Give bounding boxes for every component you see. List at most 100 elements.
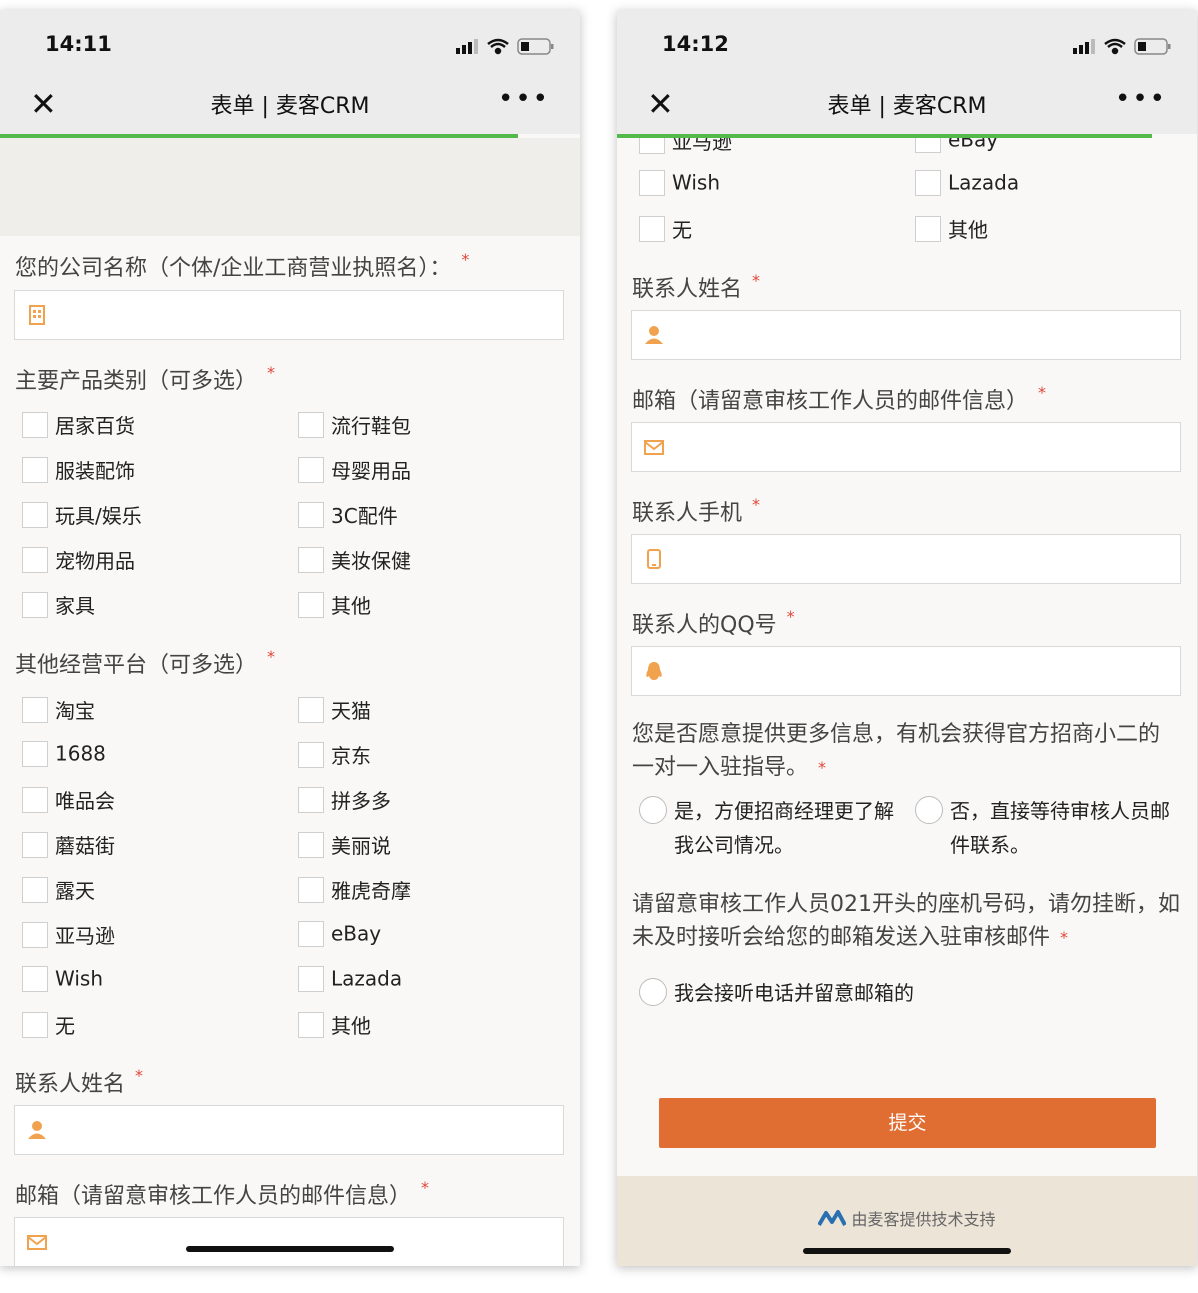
checkbox-platform-15[interactable]: 无 bbox=[22, 1010, 75, 1040]
checkbox-box[interactable] bbox=[298, 831, 324, 858]
checkbox-product-8[interactable]: 美妆保健 bbox=[298, 545, 411, 575]
checkbox-platform-14[interactable]: Lazada bbox=[915, 169, 1019, 199]
checkbox-platform-13[interactable]: Wish bbox=[22, 965, 103, 995]
checkbox-box[interactable] bbox=[639, 169, 665, 196]
contact-name-input[interactable] bbox=[631, 310, 1181, 360]
checkbox-platform-4[interactable]: 京东 bbox=[298, 740, 371, 770]
checkbox-box[interactable] bbox=[298, 501, 324, 528]
submit-button[interactable]: 提交 bbox=[659, 1098, 1156, 1148]
company-name-input[interactable] bbox=[14, 290, 564, 340]
checkbox-box[interactable] bbox=[22, 411, 48, 438]
form-content: 您的公司名称（个体/企业工商营业执照名）： * 主要产品类别（可多选） * 居家百货… bbox=[0, 138, 580, 1266]
checkbox-box[interactable] bbox=[22, 591, 48, 618]
checkbox-box[interactable] bbox=[22, 740, 48, 767]
checkbox-box[interactable] bbox=[298, 786, 324, 813]
mobile-phone-icon bbox=[647, 549, 661, 569]
platform-label: 其他经营平台（可多选） * bbox=[15, 647, 276, 678]
checkbox-box[interactable] bbox=[298, 876, 324, 903]
checkbox-box[interactable] bbox=[639, 138, 665, 154]
checkbox-product-3[interactable]: 服装配饰 bbox=[22, 455, 135, 485]
checkbox-product-6[interactable]: 3C配件 bbox=[298, 500, 398, 530]
wifi-icon bbox=[487, 38, 509, 55]
more-icon[interactable]: ••• bbox=[498, 84, 550, 114]
checkbox-box[interactable] bbox=[915, 215, 941, 242]
radio-phone-notice-agree[interactable]: 我会接听电话并留意邮箱的 bbox=[639, 976, 1039, 1010]
checkbox-box[interactable] bbox=[298, 546, 324, 573]
checkbox-platform-16[interactable]: 其他 bbox=[298, 1010, 371, 1040]
checkbox-platform-13[interactable]: Wish bbox=[639, 169, 720, 199]
signal-icon bbox=[1073, 39, 1095, 54]
checkbox-box[interactable] bbox=[915, 169, 941, 196]
checkbox-platform-partial-2[interactable]: eBay bbox=[915, 138, 998, 156]
checkbox-platform-2[interactable]: 天猫 bbox=[298, 695, 371, 725]
radio-more-info-yes[interactable]: 是，方便招商经理更了解我公司情况。 bbox=[639, 794, 899, 862]
checkbox-platform-9[interactable]: 露天 bbox=[22, 875, 95, 905]
phone-notice: 请留意审核工作人员021开头的座机号码，请勿挂断，如未及时接听会给您的邮箱发送入… bbox=[632, 892, 1180, 950]
checkbox-product-5[interactable]: 玩具/娱乐 bbox=[22, 500, 142, 530]
checkbox-platform-7[interactable]: 蘑菇街 bbox=[22, 830, 115, 860]
checkbox-platform-11[interactable]: 亚马逊 bbox=[22, 920, 115, 950]
checkbox-platform-16[interactable]: 其他 bbox=[915, 214, 988, 244]
checkbox-platform-14[interactable]: Lazada bbox=[298, 965, 402, 995]
building-icon bbox=[29, 305, 45, 325]
checkbox-box[interactable] bbox=[298, 411, 324, 438]
checkbox-box[interactable] bbox=[298, 696, 324, 723]
checkbox-product-1[interactable]: 居家百货 bbox=[22, 410, 135, 440]
checkbox-platform-12[interactable]: eBay bbox=[298, 920, 381, 950]
email-input[interactable] bbox=[631, 422, 1181, 472]
nav-bar: ✕ 表单 | 麦客CRM ••• bbox=[617, 76, 1197, 134]
phone-input[interactable] bbox=[631, 534, 1181, 584]
more-info-question: 您是否愿意提供更多信息，有机会获得官方招商小二的一对一入驻指导。 * bbox=[632, 722, 1161, 780]
checkbox-platform-6[interactable]: 拼多多 bbox=[298, 785, 391, 815]
checkbox-platform-5[interactable]: 唯品会 bbox=[22, 785, 115, 815]
checkbox-box[interactable] bbox=[639, 215, 665, 242]
checkbox-box[interactable] bbox=[22, 456, 48, 483]
home-indicator[interactable] bbox=[803, 1248, 1011, 1254]
email-label: 邮箱（请留意审核工作人员的邮件信息） * bbox=[632, 383, 1047, 414]
checkbox-box[interactable] bbox=[22, 876, 48, 903]
checkbox-box[interactable] bbox=[22, 786, 48, 813]
checkbox-box[interactable] bbox=[298, 920, 324, 947]
checkbox-platform-3[interactable]: 1688 bbox=[22, 740, 106, 770]
radio-button[interactable] bbox=[639, 796, 667, 824]
checkbox-box[interactable] bbox=[915, 138, 941, 153]
checkbox-box[interactable] bbox=[298, 1011, 324, 1038]
mail-icon bbox=[644, 440, 664, 455]
checkbox-box[interactable] bbox=[22, 696, 48, 723]
signal-icon bbox=[456, 39, 478, 54]
checkbox-product-4[interactable]: 母婴用品 bbox=[298, 455, 411, 485]
qq-input[interactable] bbox=[631, 646, 1181, 696]
home-indicator[interactable] bbox=[186, 1246, 394, 1252]
checkbox-product-7[interactable]: 宠物用品 bbox=[22, 545, 135, 575]
checkbox-box[interactable] bbox=[22, 965, 48, 992]
checkbox-box[interactable] bbox=[298, 965, 324, 992]
checkbox-box[interactable] bbox=[22, 1011, 48, 1038]
checkbox-product-2[interactable]: 流行鞋包 bbox=[298, 410, 411, 440]
more-icon[interactable]: ••• bbox=[1115, 84, 1167, 114]
checkbox-platform-10[interactable]: 雅虎奇摩 bbox=[298, 875, 411, 905]
checkbox-product-10[interactable]: 其他 bbox=[298, 590, 371, 620]
checkbox-box[interactable] bbox=[22, 501, 48, 528]
checkbox-platform-8[interactable]: 美丽说 bbox=[298, 830, 391, 860]
radio-more-info-no[interactable]: 否，直接等待审核人员邮件联系。 bbox=[915, 794, 1175, 862]
checkbox-box[interactable] bbox=[298, 741, 324, 768]
checkbox-box[interactable] bbox=[22, 831, 48, 858]
checkbox-platform-partial-1[interactable]: 亚马逊 bbox=[639, 138, 732, 156]
checkbox-platform-15[interactable]: 无 bbox=[639, 214, 692, 244]
checkbox-product-9[interactable]: 家具 bbox=[22, 590, 95, 620]
checkbox-box[interactable] bbox=[22, 546, 48, 573]
checkbox-box[interactable] bbox=[22, 921, 48, 948]
checkbox-box[interactable] bbox=[298, 456, 324, 483]
email-input[interactable] bbox=[14, 1217, 564, 1266]
phone-label: 联系人手机 * bbox=[632, 495, 761, 526]
wifi-icon bbox=[1104, 38, 1126, 55]
contact-name-label: 联系人姓名 * bbox=[632, 271, 761, 302]
radio-button[interactable] bbox=[639, 978, 667, 1006]
radio-button[interactable] bbox=[915, 796, 943, 824]
status-time: 14:12 bbox=[662, 32, 729, 56]
checkbox-box[interactable] bbox=[298, 591, 324, 618]
contact-name-input[interactable] bbox=[14, 1105, 564, 1155]
checkbox-platform-1[interactable]: 淘宝 bbox=[22, 695, 95, 725]
status-time: 14:11 bbox=[45, 32, 112, 56]
status-icons bbox=[456, 38, 554, 55]
